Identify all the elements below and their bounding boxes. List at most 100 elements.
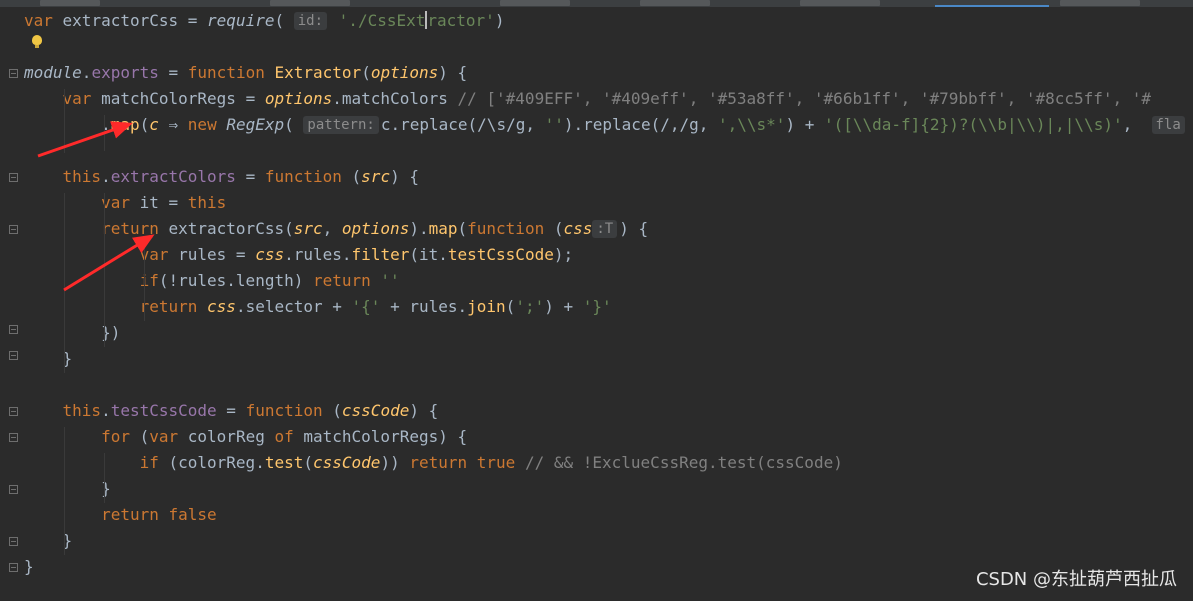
code-token: = (235, 167, 265, 186)
code-token: (it. (409, 245, 448, 264)
code-token: extractColors (110, 167, 236, 186)
fold-toggle-icon[interactable] (9, 225, 18, 234)
code-line[interactable]: var rules = css.rules.filter(it.testCssC… (24, 242, 574, 268)
fold-toggle-icon[interactable] (9, 69, 18, 78)
code-line[interactable]: if (colorReg.test(cssCode)) return true … (24, 450, 843, 476)
code-token: colorReg (178, 427, 275, 446)
parameter-hint: pattern: (303, 116, 379, 134)
code-token: function (467, 219, 545, 238)
code-token: c.replace(/\s/g, (380, 115, 545, 134)
code-token: ( (322, 401, 342, 420)
code-token: if (139, 271, 159, 290)
fold-toggle-icon[interactable] (9, 325, 18, 334)
editor-tab[interactable] (500, 0, 570, 6)
editor-tab[interactable] (40, 0, 100, 6)
code-token: exports (91, 63, 159, 82)
parameter-hint: :T (592, 220, 618, 238)
code-token: ractor' (427, 11, 495, 30)
code-token: ( (341, 167, 362, 186)
code-token: var (149, 427, 179, 446)
code-token: true (476, 453, 516, 472)
code-token: )) (380, 453, 410, 472)
code-line[interactable]: var it = this (24, 190, 226, 216)
code-line[interactable]: } (24, 476, 111, 502)
code-token: map (428, 219, 458, 238)
code-token: ) { (619, 219, 649, 238)
code-token: options (370, 63, 439, 82)
code-token: function (245, 401, 323, 420)
code-token: return (101, 505, 159, 524)
editor-tab[interactable] (270, 0, 350, 6)
code-line[interactable]: for (var colorReg of matchColorRegs) { (24, 424, 467, 450)
fold-toggle-icon[interactable] (9, 173, 18, 182)
code-token: matchColorRegs = (91, 89, 265, 108)
fold-toggle-icon[interactable] (9, 407, 18, 416)
code-token: options (341, 219, 410, 238)
editor-tab-strip[interactable] (0, 0, 1193, 7)
fold-toggle-icon[interactable] (9, 433, 18, 442)
code-token: return (312, 271, 371, 290)
code-line[interactable]: return false (24, 502, 217, 528)
code-line[interactable]: .map(c ⇒ new RegExp( pattern: c.replace(/… (24, 112, 1187, 138)
code-token: ( (544, 219, 564, 238)
fold-toggle-icon[interactable] (9, 537, 18, 546)
code-token: var (62, 89, 92, 108)
code-token: ( (303, 453, 313, 472)
editor-tab[interactable] (1060, 0, 1140, 6)
code-token: = (158, 63, 188, 82)
code-line[interactable]: return css.selector + '{' + rules.join('… (24, 294, 612, 320)
code-token: module (24, 63, 82, 82)
code-line[interactable]: this.testCssCode = function (cssCode) { (24, 398, 439, 424)
code-token: ) { (390, 167, 419, 186)
code-token: . (101, 167, 111, 186)
code-token: require (207, 11, 275, 30)
code-line[interactable]: return extractorCss(src, options).map(fu… (24, 216, 648, 242)
indent-guide (104, 193, 105, 347)
code-line[interactable]: module.exports = function Extractor(opti… (24, 60, 467, 86)
fold-toggle-icon[interactable] (9, 563, 18, 572)
code-token: = (216, 401, 246, 420)
code-line[interactable]: var matchColorRegs = options.matchColors… (24, 86, 1152, 112)
code-line[interactable]: if(!rules.length) return '' (24, 268, 400, 294)
code-token: + rules. (380, 297, 468, 316)
code-line[interactable]: this.extractColors = function (src) { (24, 164, 419, 190)
editor-gutter[interactable] (0, 7, 24, 601)
code-token: var (24, 11, 53, 30)
code-token: extractorCss( (158, 219, 294, 238)
code-token: ( (284, 115, 304, 134)
parameter-hint: fla (1151, 116, 1185, 134)
code-token: } (24, 479, 111, 498)
code-token: RegExp (226, 115, 285, 134)
code-token: ( (457, 219, 468, 238)
fold-toggle-icon[interactable] (9, 351, 18, 360)
indent-guide (64, 193, 65, 373)
code-token: ) + (544, 297, 583, 316)
code-token: '}' (582, 297, 612, 316)
code-token: ';' (515, 297, 545, 316)
code-editor[interactable]: var extractorCss = require( id: './CssEx… (24, 7, 1193, 601)
code-token: '' (544, 115, 564, 134)
code-line[interactable]: }) (24, 320, 120, 346)
editor-tab[interactable] (800, 0, 880, 6)
editor-tab[interactable] (640, 0, 710, 6)
code-token: testCssCode (110, 401, 217, 420)
code-token: options (264, 89, 333, 108)
code-token: }) (24, 323, 121, 342)
code-token: css (207, 297, 236, 316)
code-token: testCssCode (447, 245, 554, 264)
code-token: css (255, 245, 285, 264)
code-line[interactable]: } (24, 554, 34, 580)
code-token: test (264, 453, 304, 472)
fold-toggle-icon[interactable] (9, 485, 18, 494)
code-token: css (563, 219, 593, 238)
code-line[interactable]: var extractorCss = require( id: './CssEx… (24, 8, 504, 34)
code-token: cssCode (313, 453, 381, 472)
